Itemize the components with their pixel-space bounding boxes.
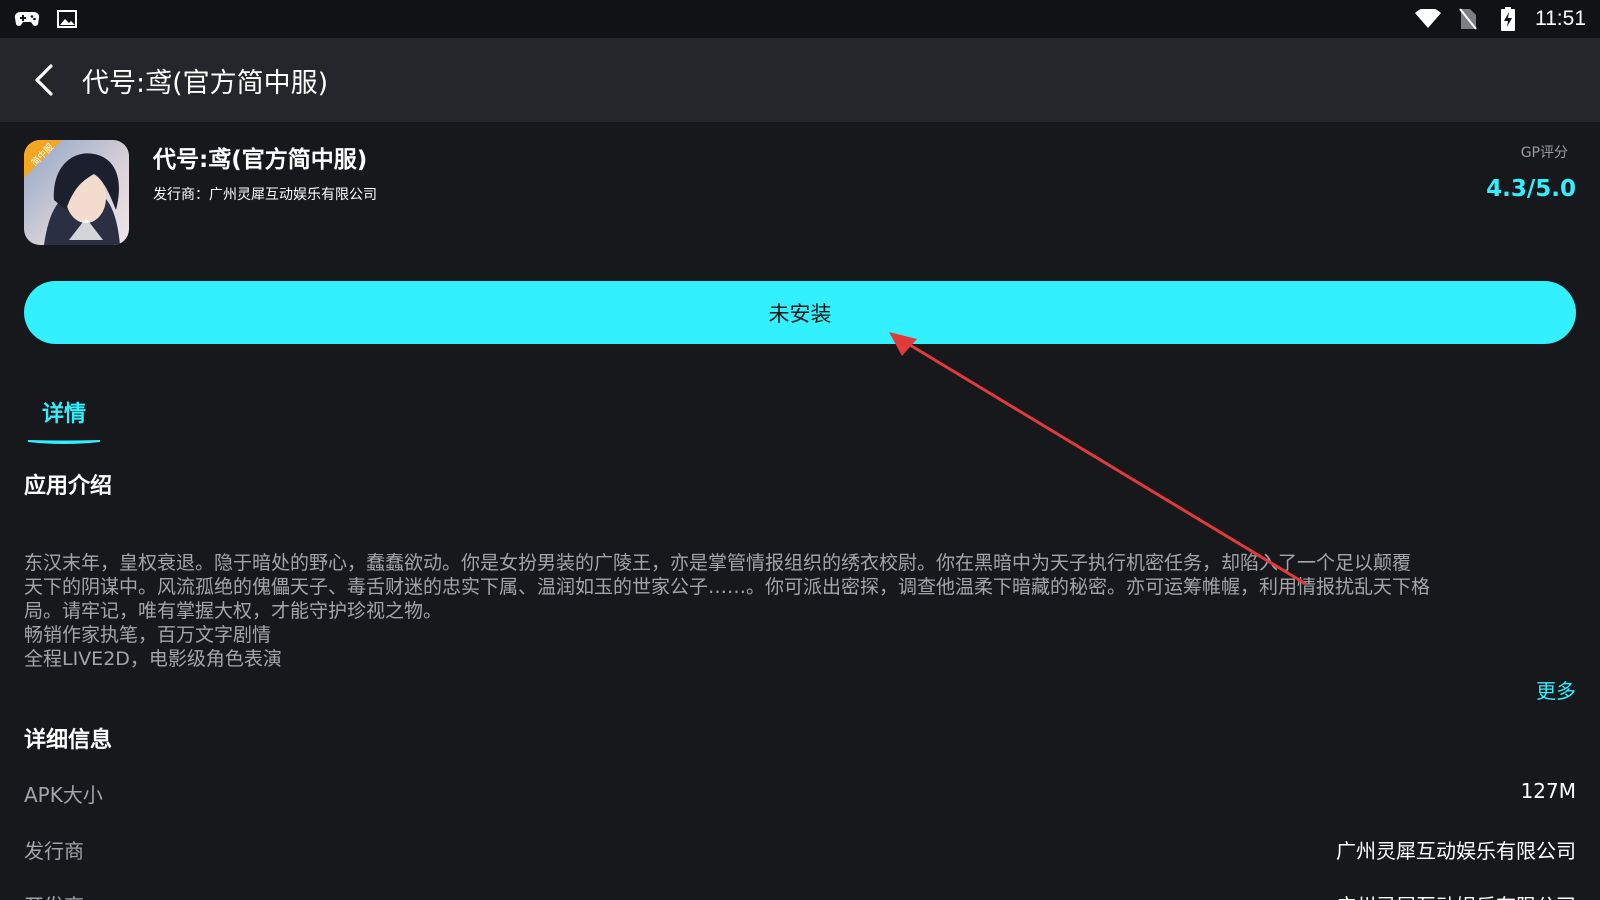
app-detail-screen: 11:51 代号:鸢(官方简中服) 简中服 代号:鸢(官方简中服) 发行商：广州…: [0, 0, 1600, 900]
app-icon: 简中服: [24, 140, 129, 245]
status-left-icons: [14, 8, 80, 30]
info-key: 发行商: [24, 839, 84, 863]
description-line: 天下的阴谋中。风流孤绝的傀儡天子、毒舌财迷的忠实下属、温润如玉的世家公子……。你…: [24, 576, 1431, 598]
info-row-apk-size: APK大小 127M: [24, 779, 1576, 809]
details-section-title: 详细信息: [24, 728, 113, 753]
app-description: 东汉末年，皇权衰退。隐于暗处的野心，蠢蠢欲动。你是女扮男装的广陵王，亦是掌管情报…: [24, 551, 1576, 671]
status-time: 11:51: [1535, 7, 1586, 30]
status-bar: 11:51: [0, 0, 1600, 38]
app-bar: 代号:鸢(官方简中服): [0, 38, 1600, 122]
install-button[interactable]: 未安装: [24, 281, 1576, 344]
annotation-arrow: [889, 332, 1307, 586]
tab-details[interactable]: 详情: [28, 392, 104, 448]
app-name: 代号:鸢(官方简中服): [153, 147, 368, 173]
description-line: 全程LIVE2D，电影级角色表演: [24, 648, 282, 670]
description-line: 局。请牢记，唯有掌握大权，才能守护珍视之物。: [24, 600, 443, 622]
wifi-icon: [1415, 8, 1441, 30]
description-line: 东汉末年，皇权衰退。隐于暗处的野心，蠢蠢欲动。你是女扮男装的广陵王，亦是掌管情报…: [24, 552, 1412, 574]
back-arrow-icon: [35, 64, 53, 96]
page-title: 代号:鸢(官方简中服): [82, 67, 329, 99]
image-icon: [54, 8, 80, 30]
more-link[interactable]: 更多: [1536, 675, 1576, 704]
rating-label: GP评分: [1520, 145, 1568, 161]
info-key: APK大小: [24, 783, 103, 807]
info-key: 开发商: [24, 890, 84, 900]
status-right-icons: 11:51: [1415, 7, 1586, 31]
intro-section-title: 应用介绍: [24, 474, 113, 499]
publisher-line: 发行商：广州灵犀互动娱乐有限公司: [153, 187, 377, 203]
no-sim-icon: [1455, 8, 1481, 30]
info-value: 127M: [1520, 779, 1576, 803]
info-row-publisher: 发行商 广州灵犀互动娱乐有限公司: [24, 835, 1576, 865]
back-button[interactable]: [22, 58, 66, 102]
install-button-label: 未安装: [768, 301, 832, 326]
battery-charging-icon: [1495, 7, 1521, 31]
tab-active-indicator: [28, 440, 100, 444]
info-value: 广州灵犀互动娱乐有限公司: [1336, 839, 1576, 863]
gamepad-icon: [14, 8, 40, 30]
tab-details-label: 详情: [42, 402, 87, 427]
info-value: 广州灵犀互动娱乐有限公司: [1336, 890, 1576, 900]
info-row-developer: 开发商 广州灵犀互动娱乐有限公司: [24, 890, 1576, 900]
description-line: 畅销作家执笔，百万文字剧情: [24, 624, 272, 646]
rating-value: 4.3/5.0: [1486, 176, 1576, 202]
